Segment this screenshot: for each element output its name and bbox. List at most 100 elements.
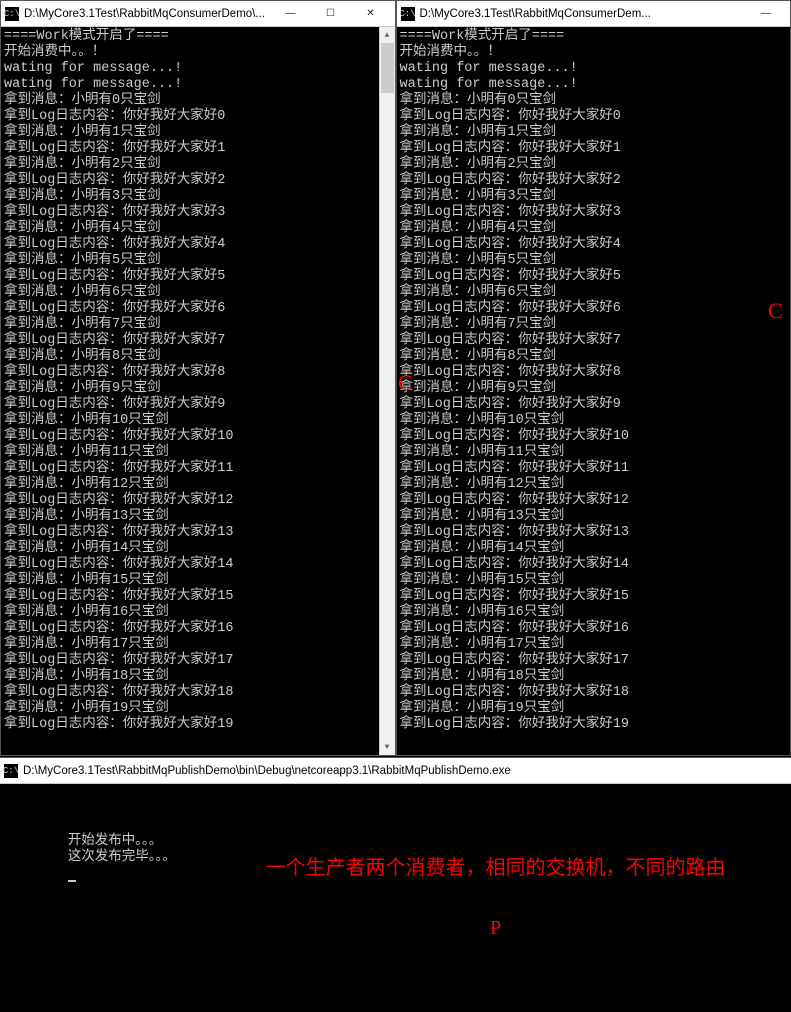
console-line: 拿到Log日志内容：你好我好大家好12 — [4, 493, 392, 509]
console-line: 拿到Log日志内容：你好我好大家好15 — [4, 589, 392, 605]
console-line: 拿到消息：小明有10只宝剑 — [400, 413, 788, 429]
console-line: 开始消费中。。！ — [400, 45, 788, 61]
maximize-button[interactable]: ☐ — [311, 1, 351, 26]
console-line: 拿到Log日志内容：你好我好大家好17 — [400, 653, 788, 669]
console-line: 拿到Log日志内容：你好我好大家好0 — [400, 109, 788, 125]
cmd-icon: C:\ — [401, 7, 415, 21]
titlebar-right[interactable]: C:\ D:\MyCore3.1Test\RabbitMqConsumerDem… — [397, 1, 791, 27]
console-line: 拿到Log日志内容：你好我好大家好9 — [400, 397, 788, 413]
minimize-button[interactable]: — — [746, 1, 786, 26]
console-line: 拿到消息：小明有13只宝剑 — [400, 509, 788, 525]
console-line: 拿到消息：小明有9只宝剑 — [400, 381, 788, 397]
console-line: 拿到消息：小明有19只宝剑 — [4, 701, 392, 717]
console-window-bottom: C:\ D:\MyCore3.1Test\RabbitMqPublishDemo… — [0, 757, 791, 865]
console-output-right: ====Work模式开启了====开始消费中。。！wating for mess… — [397, 27, 791, 755]
console-line: 拿到消息：小明有17只宝剑 — [4, 637, 392, 653]
console-line: 拿到消息：小明有16只宝剑 — [4, 605, 392, 621]
console-line: 拿到消息：小明有1只宝剑 — [400, 125, 788, 141]
console-line: 拿到消息：小明有0只宝剑 — [400, 93, 788, 109]
console-line: wating for message...! — [4, 61, 392, 77]
console-line: 拿到消息：小明有10只宝剑 — [4, 413, 392, 429]
console-line: 拿到Log日志内容：你好我好大家好18 — [4, 685, 392, 701]
console-line: 拿到Log日志内容：你好我好大家好15 — [400, 589, 788, 605]
console-line: 拿到Log日志内容：你好我好大家好13 — [4, 525, 392, 541]
console-line: 拿到消息：小明有5只宝剑 — [4, 253, 392, 269]
scrollbar-left[interactable]: ▲ ▼ — [379, 27, 395, 755]
console-line: 拿到消息：小明有19只宝剑 — [400, 701, 788, 717]
console-line: 拿到消息：小明有5只宝剑 — [400, 253, 788, 269]
scroll-up-icon[interactable]: ▲ — [380, 27, 395, 43]
console-line: 拿到Log日志内容：你好我好大家好17 — [4, 653, 392, 669]
console-line: 拿到Log日志内容：你好我好大家好13 — [400, 525, 788, 541]
scroll-thumb[interactable] — [381, 43, 394, 93]
console-line: 拿到消息：小明有6只宝剑 — [400, 285, 788, 301]
console-line: 拿到Log日志内容：你好我好大家好2 — [400, 173, 788, 189]
console-line: 拿到Log日志内容：你好我好大家好3 — [4, 205, 392, 221]
console-line: 拿到Log日志内容：你好我好大家好14 — [4, 557, 392, 573]
titlebar-bottom[interactable]: C:\ D:\MyCore3.1Test\RabbitMqPublishDemo… — [0, 758, 791, 784]
console-line: 拿到Log日志内容：你好我好大家好5 — [400, 269, 788, 285]
console-line: 拿到Log日志内容：你好我好大家好19 — [400, 717, 788, 733]
console-line: 拿到消息：小明有2只宝剑 — [400, 157, 788, 173]
console-line: 这次发布完毕。。。 — [68, 850, 176, 865]
console-line: 拿到Log日志内容：你好我好大家好3 — [400, 205, 788, 221]
console-line: 拿到Log日志内容：你好我好大家好5 — [4, 269, 392, 285]
console-line: 开始发布中。。。 — [68, 834, 163, 849]
console-line: 拿到消息：小明有1只宝剑 — [4, 125, 392, 141]
console-line: 拿到消息：小明有11只宝剑 — [400, 445, 788, 461]
console-line: 拿到消息：小明有7只宝剑 — [400, 317, 788, 333]
console-line: 拿到Log日志内容：你好我好大家好6 — [4, 301, 392, 317]
console-line: 拿到消息：小明有2只宝剑 — [4, 157, 392, 173]
console-line: 拿到消息：小明有15只宝剑 — [400, 573, 788, 589]
console-line: 拿到Log日志内容：你好我好大家好7 — [4, 333, 392, 349]
console-line: 拿到消息：小明有3只宝剑 — [4, 189, 392, 205]
console-line: 拿到Log日志内容：你好我好大家好18 — [400, 685, 788, 701]
window-title: D:\MyCore3.1Test\RabbitMqPublishDemo\bin… — [23, 765, 787, 777]
minimize-button[interactable]: — — [271, 1, 311, 26]
console-output-left: ====Work模式开启了====开始消费中。。！wating for mess… — [1, 27, 395, 755]
console-line: 拿到Log日志内容：你好我好大家好11 — [400, 461, 788, 477]
console-line: 拿到消息：小明有12只宝剑 — [4, 477, 392, 493]
close-button[interactable]: ✕ — [351, 1, 391, 26]
console-line: 开始消费中。。！ — [4, 45, 392, 61]
console-window-left: C:\ D:\MyCore3.1Test\RabbitMqConsumerDem… — [0, 0, 396, 756]
window-title: D:\MyCore3.1Test\RabbitMqConsumerDem... — [420, 8, 747, 20]
console-line: 拿到消息：小明有3只宝剑 — [400, 189, 788, 205]
console-line: 拿到Log日志内容：你好我好大家好16 — [4, 621, 392, 637]
console-line: 拿到Log日志内容：你好我好大家好10 — [400, 429, 788, 445]
console-line: 拿到Log日志内容：你好我好大家好1 — [400, 141, 788, 157]
console-line: 拿到Log日志内容：你好我好大家好0 — [4, 109, 392, 125]
console-line: 拿到Log日志内容：你好我好大家好8 — [400, 365, 788, 381]
console-line: 拿到消息：小明有14只宝剑 — [400, 541, 788, 557]
console-line: 拿到Log日志内容：你好我好大家好4 — [400, 237, 788, 253]
console-line: 拿到消息：小明有18只宝剑 — [400, 669, 788, 685]
console-line: 拿到消息：小明有6只宝剑 — [4, 285, 392, 301]
console-line: 拿到消息：小明有12只宝剑 — [400, 477, 788, 493]
console-line: 拿到Log日志内容：你好我好大家好16 — [400, 621, 788, 637]
console-line: 拿到Log日志内容：你好我好大家好11 — [4, 461, 392, 477]
console-line: ====Work模式开启了==== — [400, 29, 788, 45]
console-line: 拿到消息：小明有16只宝剑 — [400, 605, 788, 621]
console-line: wating for message...! — [400, 61, 788, 77]
scroll-down-icon[interactable]: ▼ — [380, 739, 395, 755]
console-line: 拿到Log日志内容：你好我好大家好2 — [4, 173, 392, 189]
console-line: 拿到消息：小明有13只宝剑 — [4, 509, 392, 525]
cmd-icon: C:\ — [5, 7, 19, 21]
console-line: 拿到Log日志内容：你好我好大家好14 — [400, 557, 788, 573]
producer-marker: P — [203, 918, 788, 938]
console-line: 拿到消息：小明有14只宝剑 — [4, 541, 392, 557]
console-line: 拿到消息：小明有9只宝剑 — [4, 381, 392, 397]
console-line: 拿到Log日志内容：你好我好大家好4 — [4, 237, 392, 253]
console-line: 拿到消息：小明有0只宝剑 — [4, 93, 392, 109]
titlebar-left[interactable]: C:\ D:\MyCore3.1Test\RabbitMqConsumerDem… — [1, 1, 395, 27]
console-line: 拿到消息：小明有8只宝剑 — [4, 349, 392, 365]
console-line: 拿到Log日志内容：你好我好大家好9 — [4, 397, 392, 413]
console-line: ====Work模式开启了==== — [4, 29, 392, 45]
console-line: 拿到消息：小明有8只宝剑 — [400, 349, 788, 365]
annotation-text: 一个生产者两个消费者，相同的交换机，不同的路由 — [203, 858, 788, 878]
console-line: 拿到Log日志内容：你好我好大家好10 — [4, 429, 392, 445]
console-line: 拿到Log日志内容：你好我好大家好12 — [400, 493, 788, 509]
console-line: 拿到Log日志内容：你好我好大家好1 — [4, 141, 392, 157]
console-line: 拿到消息：小明有17只宝剑 — [400, 637, 788, 653]
console-line: 拿到消息：小明有18只宝剑 — [4, 669, 392, 685]
